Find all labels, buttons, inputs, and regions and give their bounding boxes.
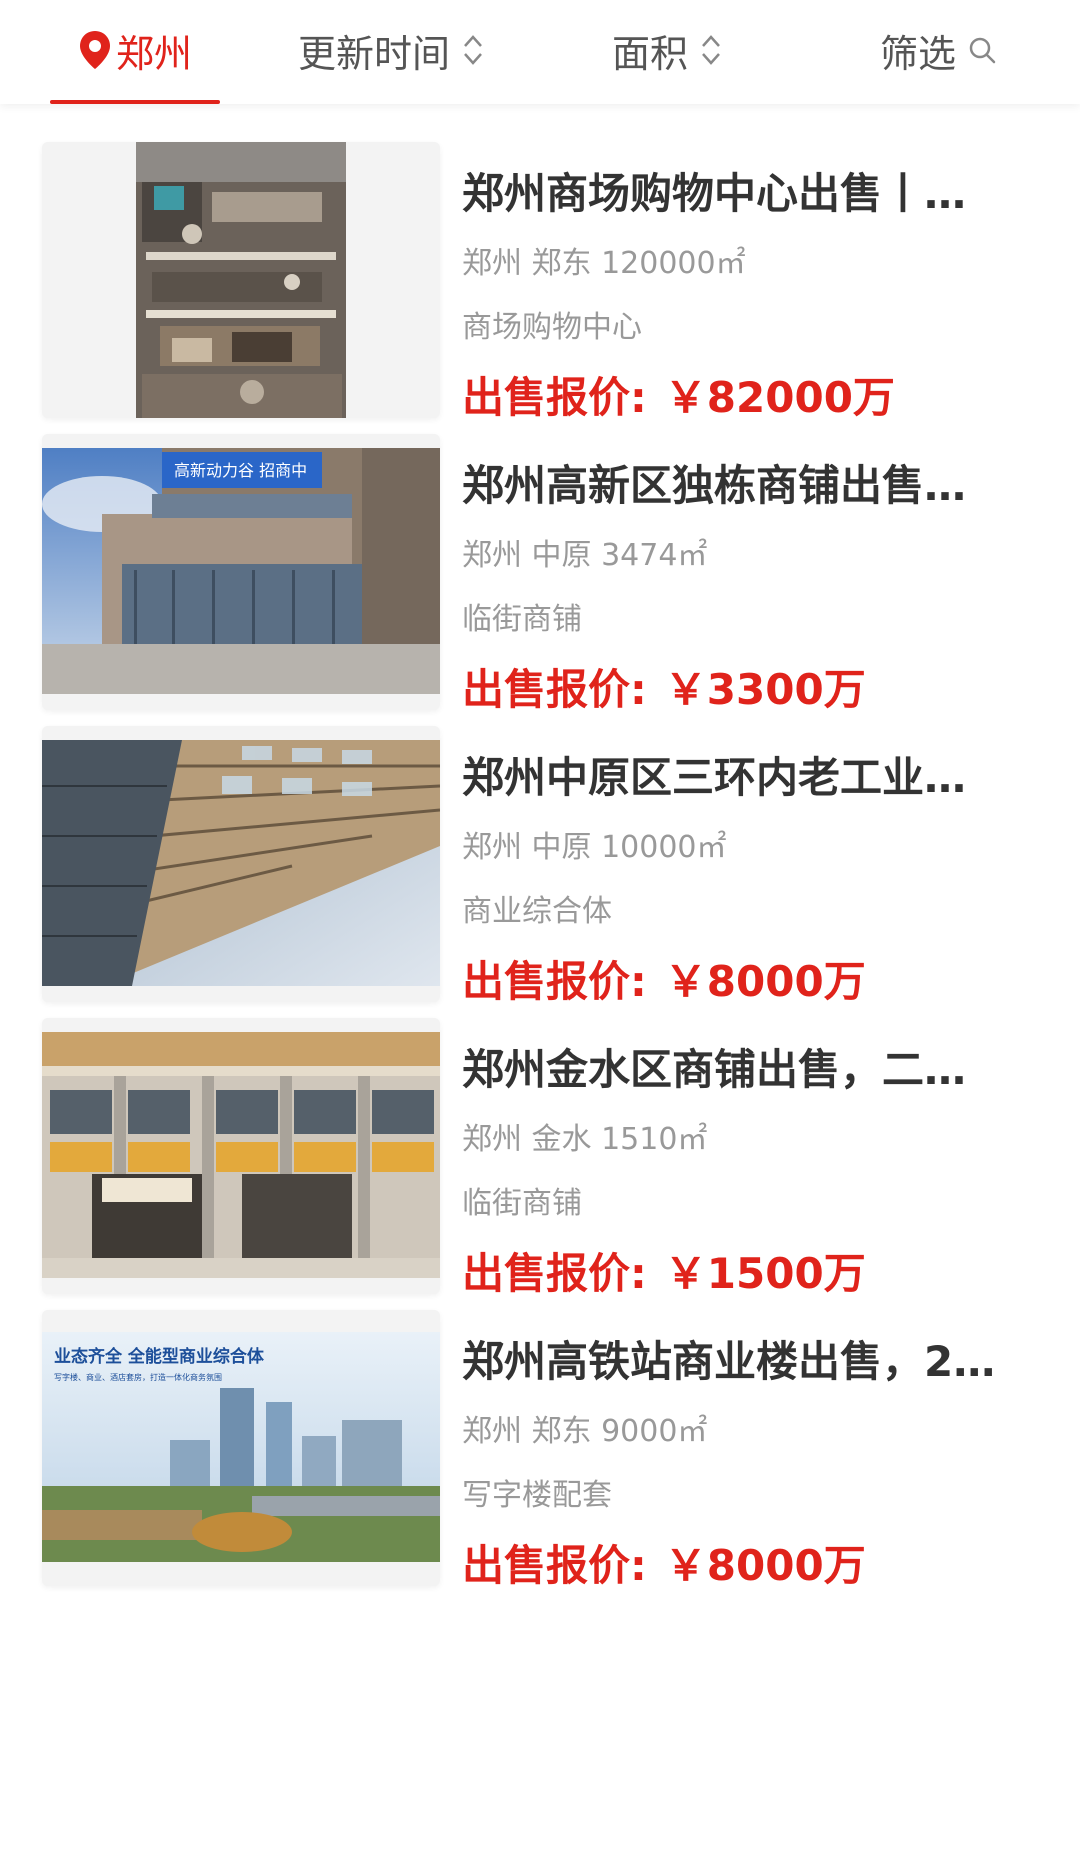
banner-headline: 业态齐全 全能型商业综合体 bbox=[54, 1346, 265, 1367]
update-time-label: 更新时间 bbox=[298, 31, 451, 76]
sign-image-text: 高新动力谷 招商中 bbox=[174, 461, 307, 480]
listing-card[interactable]: 郑州金水区商铺出售，二… 郑州 金水 1510㎡ 临街商铺 出售报价: ￥1500… bbox=[0, 980, 1080, 1298]
listing-location-area: 郑州 中原 10000㎡ bbox=[462, 830, 727, 865]
listing-photo-mall-atrium bbox=[42, 142, 440, 418]
listing-photo-building-facade bbox=[42, 726, 440, 1002]
search-icon bbox=[969, 37, 996, 64]
city-label: 郑州 bbox=[115, 31, 192, 76]
listing-property-type: 写字楼配套 bbox=[462, 1478, 612, 1513]
listing-card[interactable]: 郑州中原区三环内老工业… 郑州 中原 10000㎡ 商业综合体 出售报价: ￥80… bbox=[0, 688, 1080, 1006]
listing-title[interactable]: 郑州高新区独栋商铺出售… bbox=[462, 458, 1022, 514]
listing-title[interactable]: 郑州高铁站商业楼出售，2… bbox=[462, 1334, 1022, 1390]
listing-property-type: 临街商铺 bbox=[462, 602, 582, 637]
sort-updown-icon bbox=[702, 35, 720, 65]
listing-card[interactable]: 高新动力谷 招商中 郑州高新区独栋商铺出售… 郑州 中原 3474㎡ 临街商铺 … bbox=[0, 396, 1080, 714]
listing-location-area: 郑州 郑东 9000㎡ bbox=[462, 1414, 708, 1449]
banner-subtext: 写字楼、商业、酒店套房，打造一体化商务氛围 bbox=[54, 1372, 222, 1382]
listing-property-type: 商业综合体 bbox=[462, 894, 612, 929]
active-tab-underline bbox=[50, 100, 220, 104]
listing-info: 郑州高新区独栋商铺出售… 郑州 中原 3474㎡ 临街商铺 出售报价: ￥3300… bbox=[462, 434, 1042, 718]
location-pin-icon bbox=[79, 31, 110, 69]
listing-title[interactable]: 郑州商场购物中心出售丨… bbox=[462, 166, 1022, 222]
city-selector-tab[interactable]: 郑州 bbox=[50, 0, 220, 100]
listing-info: 郑州高铁站商业楼出售，2… 郑州 郑东 9000㎡ 写字楼配套 出售报价: ￥80… bbox=[462, 1310, 1042, 1594]
filter-tab[interactable]: 筛选 bbox=[880, 0, 996, 100]
sort-by-area-tab[interactable]: 面积 bbox=[612, 0, 722, 100]
listing-property-type: 临街商铺 bbox=[462, 1186, 582, 1221]
listing-location-area: 郑州 中原 3474㎡ bbox=[462, 538, 708, 573]
listing-card[interactable]: 业态齐全 全能型商业综合体 写字楼、商业、酒店套房，打造一体化商务氛围 郑州高铁… bbox=[0, 1272, 1080, 1590]
listing-info: 郑州金水区商铺出售，二… 郑州 金水 1510㎡ 临街商铺 出售报价: ￥1500… bbox=[462, 1018, 1042, 1302]
price-label: 出售报价: bbox=[462, 1541, 647, 1590]
filter-bar: 郑州 更新时间 面积 筛选 bbox=[0, 0, 1080, 104]
sort-updown-icon bbox=[464, 35, 482, 65]
listing-photo-aerial-skyline: 业态齐全 全能型商业综合体 写字楼、商业、酒店套房，打造一体化商务氛围 bbox=[42, 1310, 440, 1586]
listing-location-area: 郑州 郑东 120000㎡ bbox=[462, 246, 746, 281]
listing-photo-shop-street bbox=[42, 1018, 440, 1294]
listing-price: 出售报价: ￥8000万 bbox=[462, 1538, 1042, 1594]
filter-label: 筛选 bbox=[880, 31, 957, 76]
listing-title[interactable]: 郑州中原区三环内老工业… bbox=[462, 750, 1022, 806]
listing-card[interactable]: 郑州商场购物中心出售丨… 郑州 郑东 120000㎡ 商场购物中心 出售报价: ￥… bbox=[0, 104, 1080, 422]
listing-location-area: 郑州 金水 1510㎡ bbox=[462, 1122, 708, 1157]
price-value: ￥8000万 bbox=[664, 1541, 866, 1590]
listing-info: 郑州商场购物中心出售丨… 郑州 郑东 120000㎡ 商场购物中心 出售报价: ￥… bbox=[462, 142, 1042, 426]
listing-title[interactable]: 郑州金水区商铺出售，二… bbox=[462, 1042, 1022, 1098]
sort-by-update-time-tab[interactable]: 更新时间 bbox=[298, 0, 484, 100]
listing-property-type: 商场购物中心 bbox=[462, 310, 642, 345]
listing-photo-storefront: 高新动力谷 招商中 bbox=[42, 434, 440, 710]
area-label: 面积 bbox=[612, 31, 689, 76]
listing-info: 郑州中原区三环内老工业… 郑州 中原 10000㎡ 商业综合体 出售报价: ￥80… bbox=[462, 726, 1042, 1010]
